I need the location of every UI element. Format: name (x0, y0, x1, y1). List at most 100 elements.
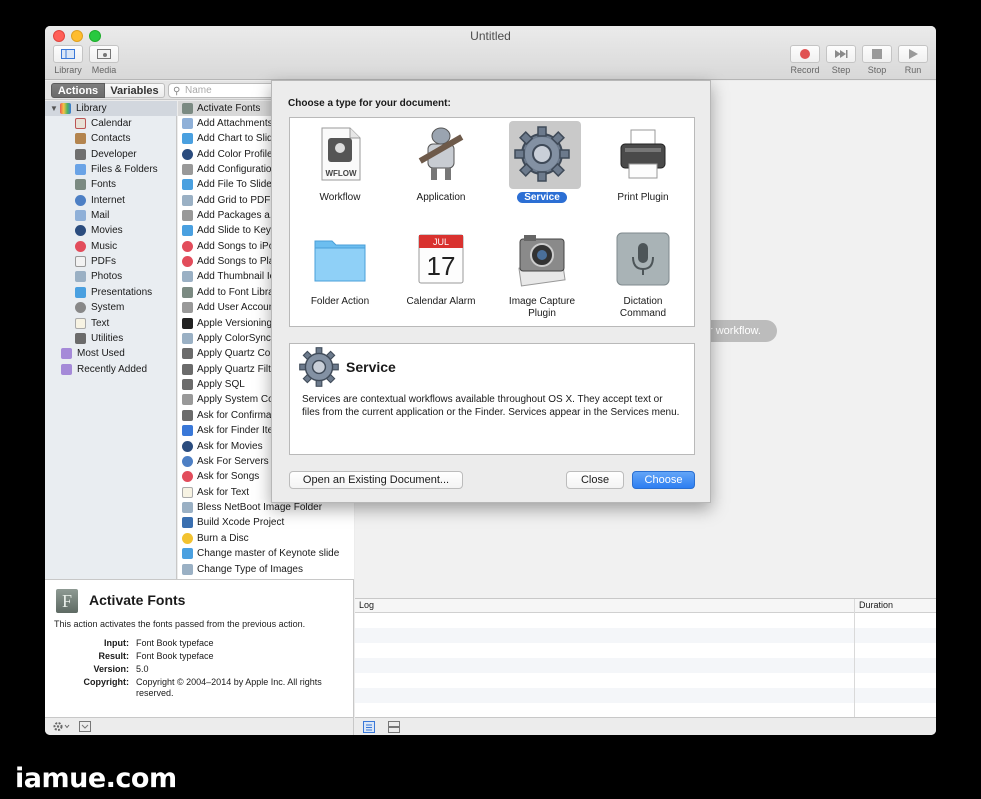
action-item[interactable]: Change master of Keynote slide (178, 546, 354, 561)
library-item-most-used[interactable]: Most Used (45, 346, 177, 361)
log-table: Log Duration (355, 598, 936, 718)
type-calendar-alarm[interactable]: JUL 17 Calendar Alarm (391, 231, 491, 321)
library-root[interactable]: ▼ Library (45, 101, 177, 116)
log-view-icon[interactable] (363, 721, 375, 733)
log-row (355, 688, 936, 703)
gear-menu-icon[interactable] (53, 721, 73, 732)
window-title: Untitled (470, 29, 511, 43)
type-label: Image Capture Plugin (508, 296, 576, 319)
movies-icon (75, 225, 86, 236)
type-dictation-command[interactable]: Dictation Command (593, 231, 693, 321)
duration-column-header[interactable]: Duration (859, 600, 893, 610)
type-image-capture-plugin[interactable]: Image Capture Plugin (492, 231, 592, 321)
run-icon (909, 49, 918, 59)
pdfs-icon (182, 195, 193, 206)
library-item-developer[interactable]: Developer (45, 147, 177, 162)
type-label: Service (492, 192, 592, 204)
library-item-files-folders[interactable]: Files & Folders (45, 162, 177, 177)
close-button[interactable]: Close (566, 471, 624, 489)
type-service[interactable]: Service (492, 121, 592, 216)
variables-view-icon[interactable] (388, 721, 400, 733)
internet-icon (182, 456, 193, 467)
library-item-label: Music (91, 241, 118, 252)
description-toggle-icon[interactable] (79, 721, 91, 732)
smart-folder-icon (61, 364, 72, 375)
service-gear-icon (299, 347, 339, 387)
column-divider (854, 599, 855, 718)
library-button[interactable] (53, 45, 83, 63)
contacts-icon (75, 133, 86, 144)
action-label: Add Thumbnail Ic (197, 271, 275, 282)
library-item-system[interactable]: System (45, 300, 177, 315)
library-item-internet[interactable]: Internet (45, 193, 177, 208)
library-item-contacts[interactable]: Contacts (45, 131, 177, 146)
action-item[interactable]: Build Xcode Project (178, 515, 354, 530)
record-button[interactable] (790, 45, 820, 63)
log-column-header[interactable]: Log (359, 600, 374, 610)
action-label: Add to Font Libra (197, 287, 274, 298)
input-value: Font Book typeface (136, 638, 214, 648)
choose-button[interactable]: Choose (632, 471, 695, 489)
library-item-pdfs[interactable]: PDFs (45, 254, 177, 269)
library-item-photos[interactable]: Photos (45, 269, 177, 284)
font-book-icon: F (56, 589, 78, 613)
library-item-text[interactable]: Text (45, 316, 177, 331)
action-label: Apple Versioning (197, 318, 273, 329)
type-application[interactable]: Application (391, 126, 491, 216)
action-item[interactable]: Burn a Disc (178, 531, 354, 546)
library-item-calendar[interactable]: Calendar (45, 116, 177, 131)
tab-variables[interactable]: Variables (105, 83, 165, 98)
record-label: Record (790, 65, 820, 75)
search-input[interactable]: ⚲ Name (168, 83, 276, 98)
library-item-recently-added[interactable]: Recently Added (45, 362, 177, 377)
library-item-label: Photos (91, 271, 123, 282)
workflow-document-icon: WFLOW (321, 127, 361, 181)
type-print-plugin[interactable]: Print Plugin (593, 126, 693, 216)
toolbar: Untitled Library Media Record Step Stop … (45, 26, 936, 80)
media-button[interactable] (89, 45, 119, 63)
type-workflow[interactable]: WFLOW Workflow (290, 126, 390, 216)
automator-robot-icon (418, 127, 464, 180)
text-icon (182, 487, 193, 498)
disclosure-triangle-icon[interactable]: ▼ (50, 104, 60, 113)
library-item-movies[interactable]: Movies (45, 223, 177, 238)
result-value: Font Book typeface (136, 651, 214, 661)
type-label: Calendar Alarm (406, 296, 476, 307)
netboot-icon (182, 502, 193, 513)
xcode-icon (182, 517, 193, 528)
action-label: Add File To Slide (197, 179, 272, 190)
pdfs-icon (75, 256, 86, 267)
action-label: Add Grid to PDF (197, 195, 271, 206)
library-list: ▼ Library Calendar Contacts Developer Fi… (45, 101, 177, 579)
action-label: Change Type of Images (197, 564, 303, 575)
open-existing-document-button[interactable]: Open an Existing Document... (289, 471, 463, 489)
library-icon (60, 103, 71, 114)
type-folder-action[interactable]: Folder Action (290, 231, 390, 321)
library-item-fonts[interactable]: Fonts (45, 177, 177, 192)
document-type-grid: WFLOW Workflow Application Service Print… (289, 117, 695, 327)
library-item-utilities[interactable]: Utilities (45, 331, 177, 346)
presentations-icon (182, 225, 193, 236)
library-item-music[interactable]: Music (45, 239, 177, 254)
action-label: Ask for Movies (197, 441, 263, 452)
library-item-mail[interactable]: Mail (45, 208, 177, 223)
library-item-label: Calendar (91, 118, 132, 129)
terminal-icon (182, 318, 193, 329)
system-icon (182, 210, 193, 221)
fonts-icon (182, 103, 193, 114)
library-item-label: Files & Folders (91, 164, 158, 175)
action-label: Ask for Confirmat (197, 410, 275, 421)
step-button[interactable] (826, 45, 856, 63)
tab-actions[interactable]: Actions (51, 83, 105, 98)
action-description: F Activate Fonts This action activates t… (45, 579, 354, 717)
action-label: Apply System Con (197, 394, 280, 405)
stop-button[interactable] (862, 45, 892, 63)
type-label: Folder Action (310, 296, 370, 307)
developer-icon (75, 149, 86, 160)
service-gear-icon (514, 126, 570, 182)
version-key: Version: (93, 664, 129, 674)
action-item[interactable]: Change Type of Images (178, 562, 354, 577)
library-item-presentations[interactable]: Presentations (45, 285, 177, 300)
library-item-label: Internet (91, 195, 125, 206)
run-button[interactable] (898, 45, 928, 63)
